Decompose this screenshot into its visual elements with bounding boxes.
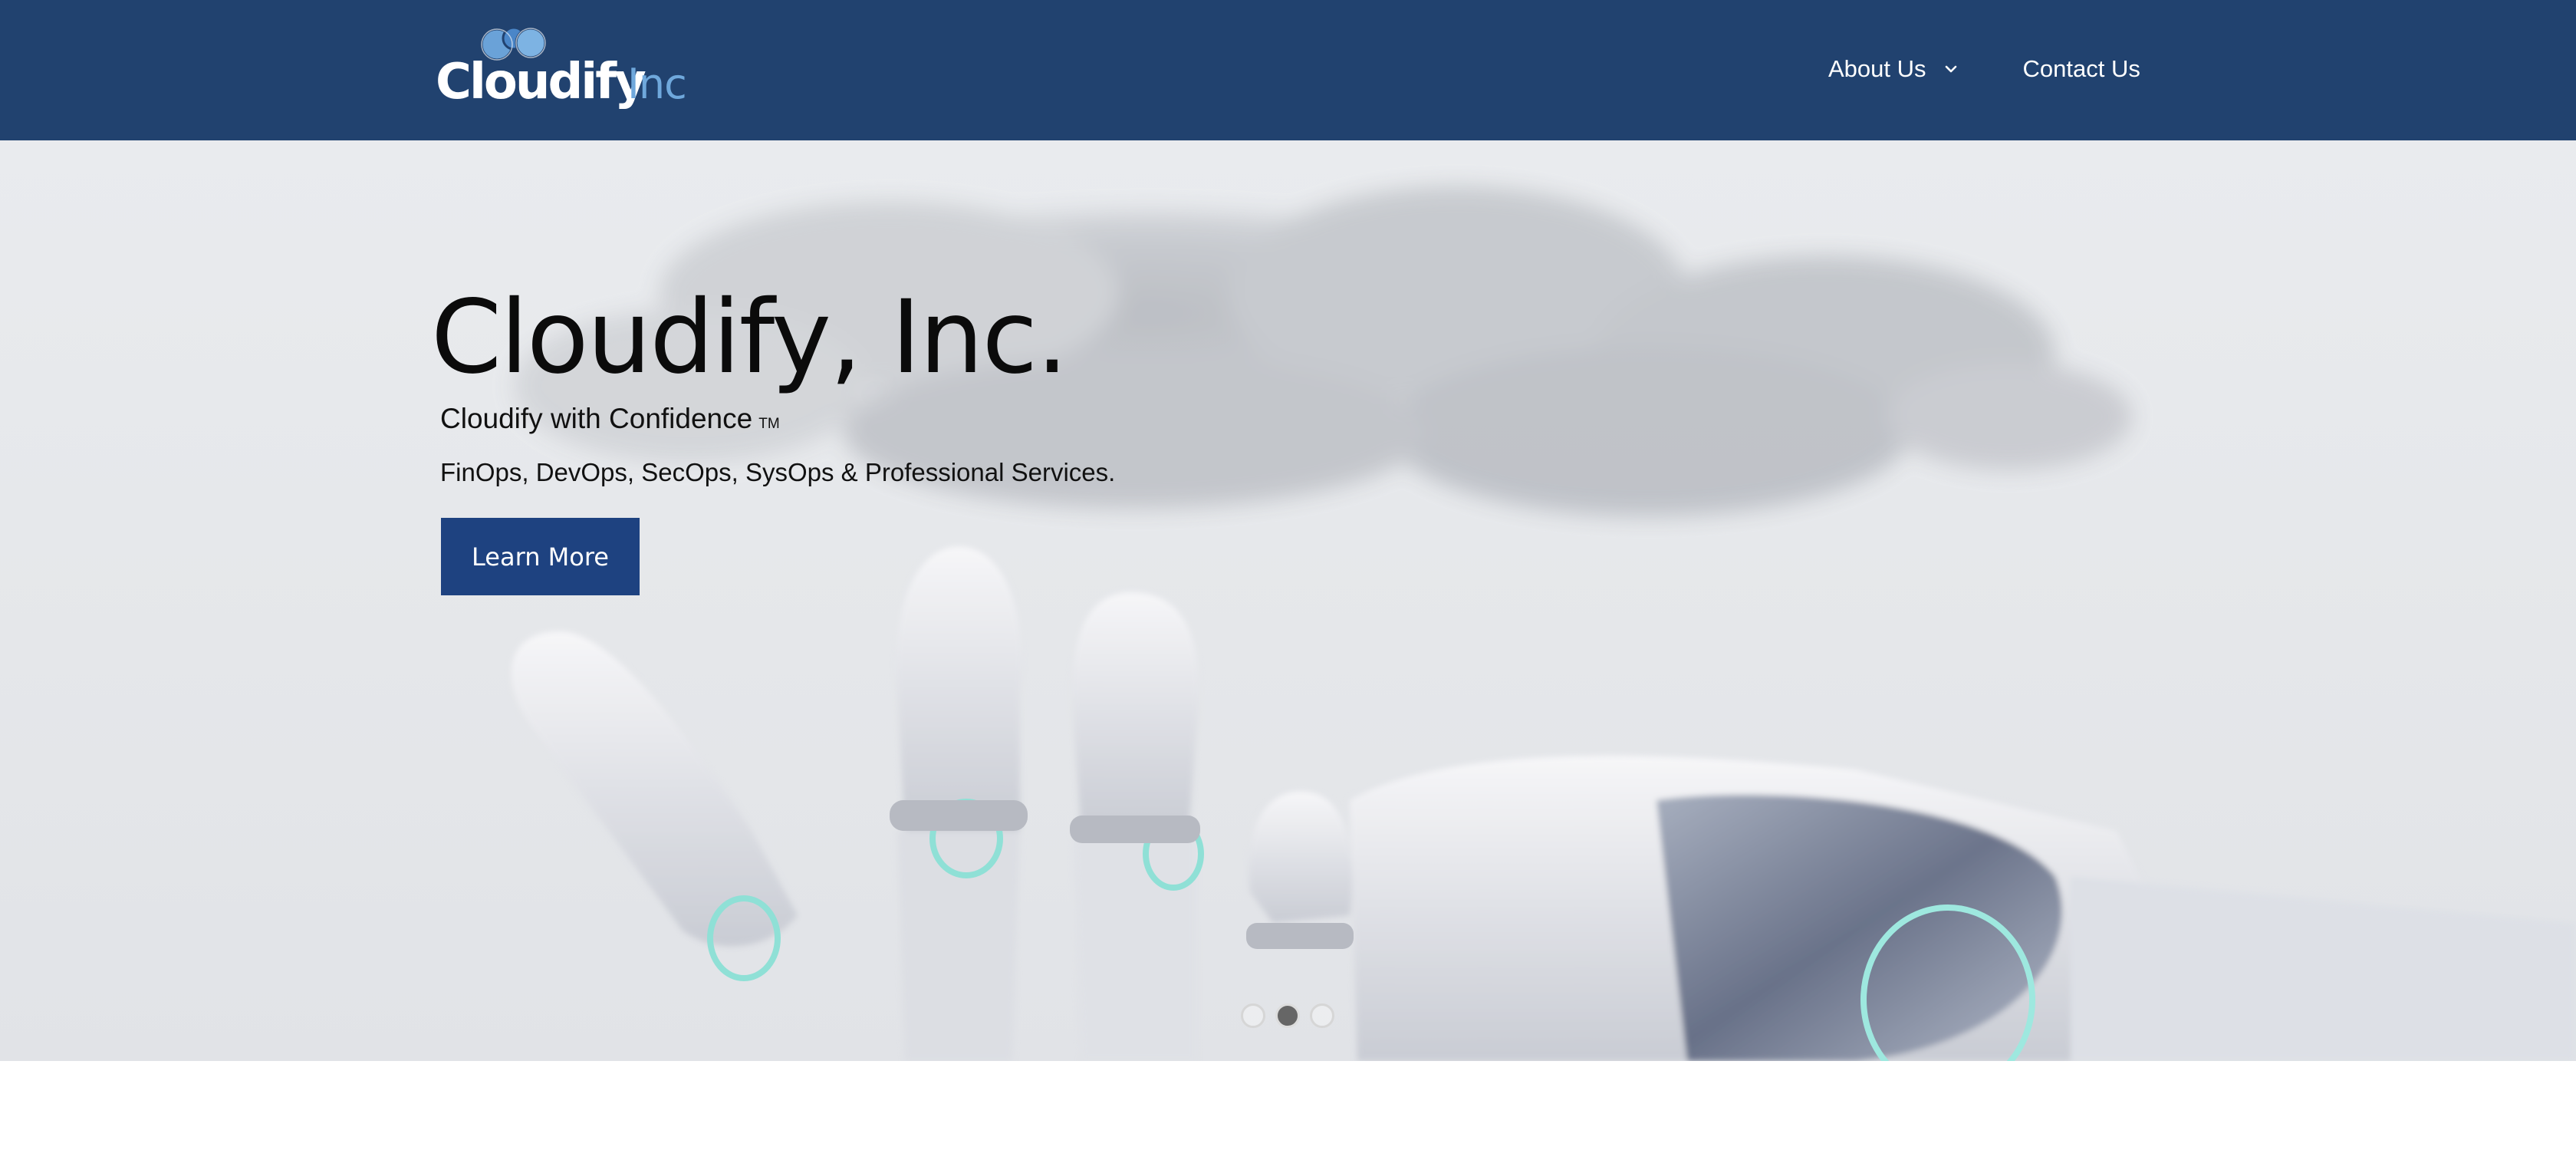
site-header: Cloudify Inc About Us Contact Us bbox=[0, 0, 2576, 140]
carousel-dot[interactable] bbox=[1241, 1003, 1265, 1028]
page-content-area bbox=[0, 1061, 2576, 1150]
nav-item-about-us[interactable]: About Us bbox=[1828, 55, 1960, 83]
hero-banner: Cloudify, Inc. Cloudify with Confidence T… bbox=[0, 140, 2576, 1061]
carousel-dots bbox=[1241, 1003, 1344, 1028]
carousel-dot[interactable] bbox=[1275, 1003, 1300, 1028]
hero-services: FinOps, DevOps, SecOps, SysOps & Profess… bbox=[440, 458, 1116, 486]
chevron-down-icon bbox=[1945, 65, 1956, 73]
trademark-mark: TM bbox=[758, 416, 780, 432]
nav-item-label: Contact Us bbox=[2022, 55, 2140, 82]
logo-suffix: Inc bbox=[627, 60, 687, 108]
nav-item-label: About Us bbox=[1828, 55, 1926, 82]
hero-background-image bbox=[511, 186, 2576, 1061]
hero-tagline: Cloudify with Confidence TM bbox=[440, 403, 780, 435]
main-nav: About Us Contact Us bbox=[1828, 54, 2140, 84]
carousel-dot[interactable] bbox=[1310, 1003, 1334, 1028]
learn-more-button[interactable]: Learn More bbox=[441, 518, 640, 595]
nav-item-contact-us[interactable]: Contact Us bbox=[2023, 55, 2140, 83]
hero-title: Cloudify, Inc. bbox=[431, 278, 1068, 397]
logo[interactable]: Cloudify Inc bbox=[434, 26, 695, 110]
logo-wordmark: Cloudify bbox=[436, 54, 646, 110]
tagline-text: Cloudify with Confidence bbox=[440, 403, 753, 434]
